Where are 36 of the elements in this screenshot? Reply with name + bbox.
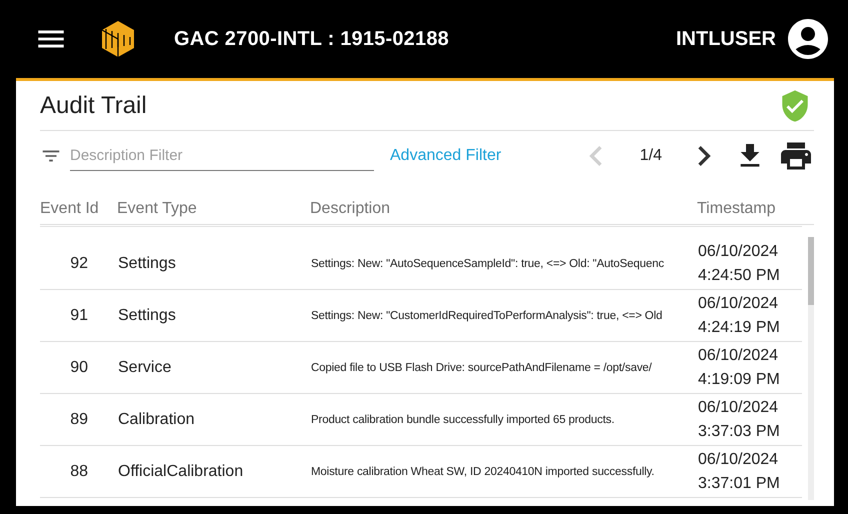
event-id-cell-text: 89 (69, 410, 88, 428)
event-type-cell-text: Calibration (117, 410, 196, 428)
description-cell-text: Copied file to USB Flash Drive: sourcePathAndFilename = /opt/save/ (311, 362, 653, 374)
column-header: Timestamp (697, 200, 777, 218)
description-cell-text: Product calibration bundle successfully imported 65 products. (311, 414, 616, 426)
event-type-cell-text: Settings (117, 254, 177, 272)
event-id-cell-text: 91 (69, 306, 88, 324)
timestamp-date: 06/10/2024 (698, 242, 780, 262)
event-type-cell-text: Settings (117, 306, 177, 324)
column-header: Event Type (117, 200, 198, 218)
event-type-cell-text: Service (117, 358, 172, 376)
timestamp-time: 4:24:50 PM (698, 266, 780, 286)
description-cell-text: Settings: New: "AutoSequenceSampleId": true, <=> Old: "AutoSequenc (311, 258, 666, 270)
timestamp-date: 06/10/2024 (698, 346, 780, 366)
page-indicator: 1/4 (640, 147, 662, 165)
timestamp-date: 06/10/2024 (698, 398, 780, 418)
timestamp-time: 4:24:19 PM (698, 318, 780, 338)
scrollbar-thumb[interactable] (808, 237, 814, 305)
event-type-cell-text: OfficialCalibration (117, 462, 244, 480)
column-header: Event Id (40, 200, 100, 218)
column-header: Description (310, 200, 392, 218)
event-id-cell-text: 90 (69, 358, 88, 376)
description-cell-text: Moisture calibration Wheat SW, ID 20240410N imported successfully. (311, 466, 656, 478)
advanced-filter-link[interactable]: Advanced Filter (390, 147, 502, 165)
description-filter-field[interactable]: Description Filter (70, 141, 374, 171)
timestamp-time: 3:37:01 PM (698, 474, 780, 494)
event-id-cell-text: 92 (69, 254, 88, 272)
timestamp-date: 06/10/2024 (698, 450, 780, 470)
window-title: GAC 2700-INTL : 1915-02188 (174, 28, 450, 50)
event-id-cell-text: 88 (69, 462, 88, 480)
timestamp-time: 3:37:03 PM (698, 422, 780, 442)
description-cell-text: Settings: New: "CustomerIdRequiredToPerformAnalysis": true, <=> Old (311, 310, 664, 322)
user-name: INTLUSER (676, 28, 776, 50)
timestamp-time: 4:19:09 PM (698, 370, 780, 390)
page-title: Audit Trail (40, 92, 147, 120)
timestamp-date: 06/10/2024 (698, 294, 780, 314)
